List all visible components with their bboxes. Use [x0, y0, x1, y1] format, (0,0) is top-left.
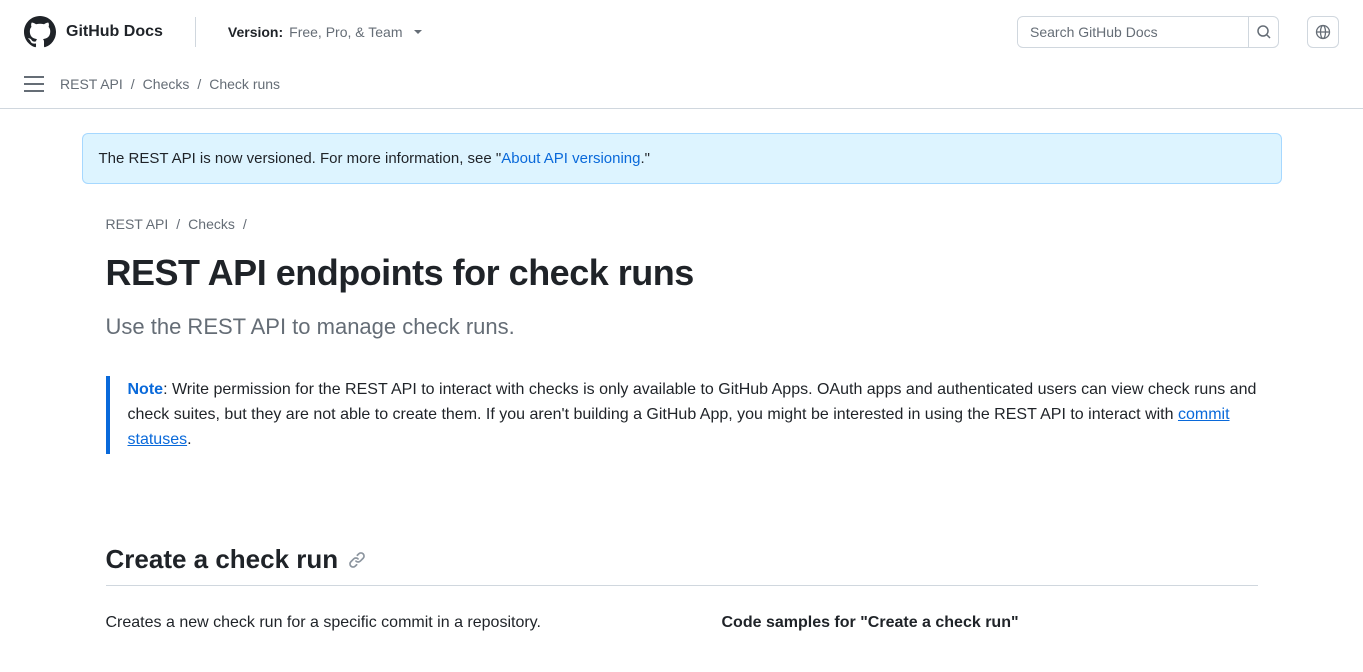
search-input[interactable]: [1018, 18, 1248, 46]
language-button[interactable]: [1307, 16, 1339, 48]
page-crumb-checks[interactable]: Checks: [188, 216, 235, 232]
section-description: Creates a new check run for a specific c…: [106, 614, 642, 632]
banner-link[interactable]: About API versioning: [501, 150, 640, 167]
brand-text: GitHub Docs: [66, 23, 163, 41]
breadcrumb-separator: /: [176, 216, 180, 232]
page-breadcrumb: REST API / Checks /: [106, 216, 1258, 232]
note-callout: Note: Write permission for the REST API …: [106, 376, 1258, 454]
search-icon: [1256, 24, 1272, 40]
main-content: The REST API is now versioned. For more …: [58, 109, 1306, 672]
version-dropdown[interactable]: Version: Free, Pro, & Team: [228, 24, 423, 40]
nav-crumb-checks[interactable]: Checks: [143, 76, 190, 92]
page-subtitle: Use the REST API to manage check runs.: [106, 314, 1258, 340]
globe-icon: [1315, 24, 1331, 40]
link-icon[interactable]: [348, 551, 366, 569]
banner-suffix: .": [640, 150, 650, 167]
chevron-down-icon: [414, 30, 422, 34]
section-heading: Create a check run: [106, 544, 339, 575]
vertical-divider: [195, 17, 196, 47]
hamburger-menu-button[interactable]: [24, 76, 44, 92]
breadcrumb-separator: /: [197, 76, 201, 92]
version-value: Free, Pro, & Team: [289, 24, 402, 40]
page-title: REST API endpoints for check runs: [106, 252, 1258, 294]
nav-crumb-check-runs[interactable]: Check runs: [209, 76, 280, 92]
github-logo-icon: [24, 16, 56, 48]
info-banner: The REST API is now versioned. For more …: [82, 133, 1282, 184]
nav-row: REST API / Checks / Check runs: [0, 64, 1363, 109]
note-body-after: .: [187, 431, 191, 448]
search-button[interactable]: [1248, 17, 1278, 47]
top-header: GitHub Docs Version: Free, Pro, & Team: [0, 0, 1363, 64]
nav-breadcrumb: REST API / Checks / Check runs: [60, 76, 280, 92]
nav-crumb-rest-api[interactable]: REST API: [60, 76, 123, 92]
search-box: [1017, 16, 1279, 48]
code-samples-column: Code samples for "Create a check run": [722, 614, 1258, 632]
note-body-before: : Write permission for the REST API to i…: [128, 381, 1257, 423]
note-tag: Note: [128, 381, 164, 398]
article-content: REST API / Checks / REST API endpoints f…: [82, 216, 1282, 632]
page-crumb-rest-api[interactable]: REST API: [106, 216, 169, 232]
breadcrumb-separator: /: [131, 76, 135, 92]
breadcrumb-separator: /: [243, 216, 247, 232]
version-label: Version:: [228, 24, 283, 40]
logo-section[interactable]: GitHub Docs: [24, 16, 163, 48]
code-samples-heading: Code samples for "Create a check run": [722, 614, 1258, 632]
section-heading-row: Create a check run: [106, 544, 1258, 586]
banner-prefix: The REST API is now versioned. For more …: [99, 150, 502, 167]
two-column-section: Creates a new check run for a specific c…: [106, 614, 1258, 632]
